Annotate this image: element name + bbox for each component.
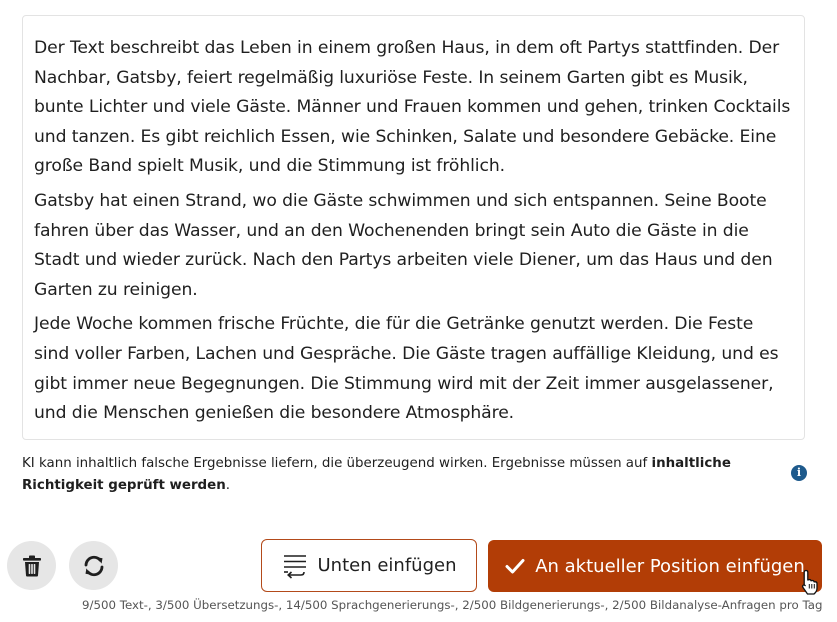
- ai-disclaimer: KI kann inhaltlich falsche Ergebnisse li…: [22, 453, 762, 497]
- disclaimer-end: .: [225, 478, 231, 493]
- trash-icon: [22, 555, 41, 576]
- info-icon[interactable]: i: [791, 465, 807, 481]
- usage-quota: 9/500 Text-, 3/500 Übersetzungs-, 14/500…: [82, 598, 823, 612]
- ai-result-panel: Der Text beschreibt das Leben in einem g…: [0, 0, 837, 622]
- insert-below-label: Unten einfügen: [317, 555, 457, 576]
- paragraph-1: Der Text beschreibt das Leben in einem g…: [34, 38, 791, 177]
- insert-at-position-label: An aktueller Position einfügen: [535, 555, 805, 577]
- regenerate-button[interactable]: [69, 541, 118, 590]
- hand-pointer-icon: [801, 569, 818, 595]
- refresh-icon: [84, 555, 103, 576]
- insert-at-position-button[interactable]: An aktueller Position einfügen: [488, 540, 822, 592]
- check-icon: [505, 559, 525, 574]
- paragraph-2: Gatsby hat einen Strand, wo die Gäste sc…: [34, 190, 773, 300]
- generated-text-box[interactable]: Der Text beschreibt das Leben in einem g…: [22, 15, 805, 440]
- insert-below-icon: [283, 554, 306, 579]
- paragraph-3: Jede Woche kommen frische Früchte, die f…: [34, 314, 779, 424]
- disclaimer-text: KI kann inhaltlich falsche Ergebnisse li…: [22, 456, 652, 471]
- delete-button[interactable]: [7, 541, 56, 590]
- insert-below-button[interactable]: Unten einfügen: [261, 539, 477, 592]
